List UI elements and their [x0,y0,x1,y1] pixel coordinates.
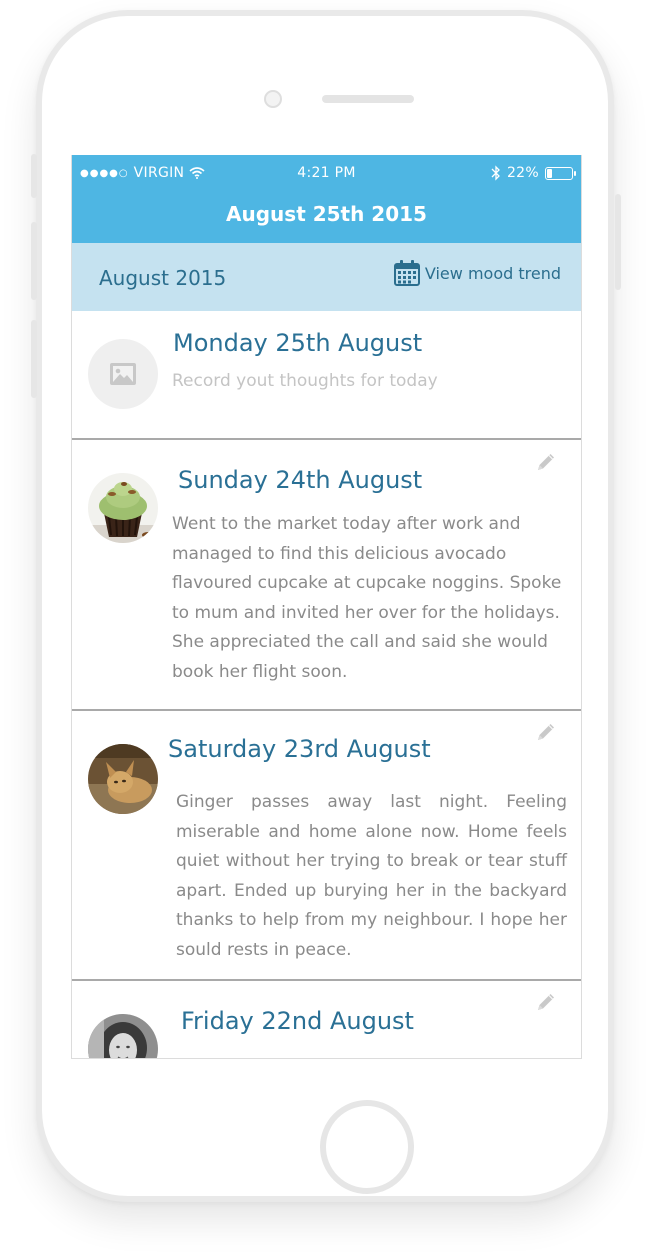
view-mood-trend-button[interactable]: View mood trend [393,259,561,287]
entry-body-text: Ginger passes away last night. Feeling m… [176,792,567,960]
edit-pencil-icon[interactable] [535,451,557,473]
journal-entry[interactable]: Sunday 24th August Went to the market to… [72,440,581,711]
volume-up-button [31,222,37,300]
earpiece-speaker [322,95,414,103]
entry-date-title: Monday 25th August [173,329,423,357]
cat-photo [88,744,158,814]
bluetooth-icon [491,165,500,181]
journal-entry-today[interactable]: Monday 25th August Record yout thoughts … [72,311,581,440]
battery-percent: 22% [506,165,539,181]
entry-photo-cat [88,744,158,814]
status-bar: ●●●●○ VIRGIN 4:21 PM 22% [72,163,581,185]
journal-entry-list: Monday 25th August Record yout thoughts … [72,311,581,1058]
calendar-icon [393,260,420,286]
edit-pencil-icon[interactable] [535,991,557,1013]
journal-entry[interactable]: Friday 22nd August [72,981,581,1058]
battery-level [547,168,552,178]
cupcake-photo [88,473,158,543]
entry-date-title: Friday 22nd August [181,1007,414,1035]
front-camera [264,90,282,108]
entry-body-text: Went to the market today after work and … [172,514,562,682]
month-label: August 2015 [99,266,227,290]
power-button [615,194,621,290]
battery-icon [545,166,576,180]
entry-date-title: Sunday 24th August [178,466,423,494]
entry-placeholder-text[interactable]: Record yout thoughts for today [172,367,565,397]
home-button[interactable] [320,1100,414,1194]
page-title: August 25th 2015 [226,202,427,226]
month-header: August 2015 View mood trend [72,243,581,311]
volume-down-button [31,320,37,398]
image-placeholder-icon [110,363,136,385]
journal-entry[interactable]: Saturday 23rd August Ginger passes away … [72,711,581,981]
add-photo-button[interactable] [88,339,158,409]
entry-photo-person [88,1014,158,1058]
app-screen: ●●●●○ VIRGIN 4:21 PM 22% August 25th 201… [71,155,582,1059]
mute-switch [31,154,37,198]
entry-photo-cupcake [88,473,158,543]
navigation-bar: ●●●●○ VIRGIN 4:21 PM 22% August 25th 201… [72,155,581,243]
entry-date-title: Saturday 23rd August [168,735,431,763]
view-mood-trend-label: View mood trend [424,263,561,283]
person-photo [88,1014,158,1058]
edit-pencil-icon[interactable] [535,721,557,743]
